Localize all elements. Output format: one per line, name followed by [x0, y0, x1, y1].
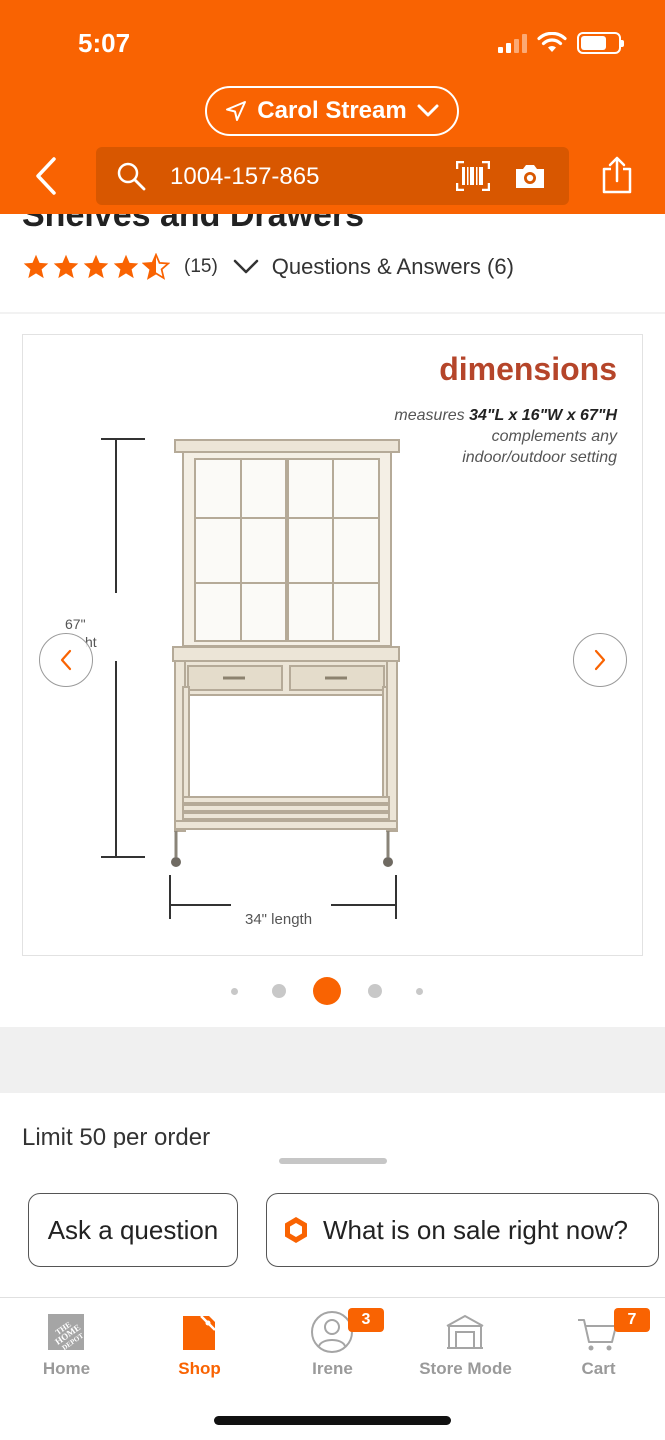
sale-question-button[interactable]: What is on sale right now?: [266, 1193, 659, 1267]
home-indicator[interactable]: [214, 1416, 451, 1425]
star-icon: [83, 254, 109, 279]
chevron-left-icon: [60, 649, 72, 671]
location-arrow-icon: [226, 101, 247, 121]
cart-badge: 7: [614, 1308, 650, 1332]
carousel-prev-button[interactable]: [39, 633, 93, 687]
tab-cart[interactable]: 7 Cart: [532, 1298, 665, 1388]
tab-cart-label: Cart: [581, 1359, 616, 1378]
order-limit-text: Limit 50 per order: [22, 1124, 211, 1148]
carousel-dot[interactable]: [231, 988, 238, 995]
dimensions-measures: measures 34"L x 16"W x 67"H: [394, 407, 617, 424]
sale-question-label: What is on sale right now?: [323, 1214, 628, 1245]
ask-question-label: Ask a question: [47, 1214, 219, 1245]
status-icons: [498, 32, 624, 54]
account-badge: 3: [348, 1308, 384, 1332]
search-input[interactable]: 1004-157-865: [170, 163, 319, 191]
star-icon: [23, 254, 49, 279]
section-separator: [0, 1027, 665, 1093]
tab-store-mode[interactable]: Store Mode: [399, 1298, 532, 1388]
star-icon: [53, 254, 79, 279]
bottom-tab-bar: THE HOME DEPOT Home Shop 3 Irene Store M…: [0, 1298, 665, 1408]
carousel-dot-active[interactable]: [313, 977, 341, 1005]
store-building-icon: [446, 1314, 484, 1349]
back-arrow-icon[interactable]: [30, 156, 64, 196]
store-selector-button[interactable]: Carol Stream: [205, 86, 459, 136]
search-icon: [117, 162, 146, 191]
chevron-down-icon: [233, 259, 259, 274]
product-title-clip: Shelves and Drawers: [0, 214, 665, 234]
tab-home-label: Home: [42, 1359, 91, 1378]
store-name: Carol Stream: [257, 97, 407, 124]
carousel-next-button[interactable]: [573, 633, 627, 687]
rating-row[interactable]: (15) Questions & Answers (6): [22, 251, 514, 283]
length-dimension-label: 34" length: [245, 911, 313, 928]
chevron-down-icon: [417, 104, 439, 117]
star-rating: [22, 253, 170, 281]
questions-answers-link[interactable]: Questions & Answers (6): [272, 254, 514, 280]
order-limit-clip: Limit 50 per order: [0, 1120, 665, 1148]
half-star-icon: [142, 253, 170, 280]
tab-store-mode-label: Store Mode: [419, 1359, 512, 1378]
carousel-pagination: [0, 976, 665, 1006]
divider: [0, 312, 665, 314]
status-time: 5:07: [78, 28, 131, 58]
battery-icon: [577, 32, 624, 54]
barcode-scan-icon[interactable]: [456, 161, 490, 191]
carousel-dot[interactable]: [272, 984, 286, 998]
wifi-icon: [537, 32, 567, 52]
tab-shop-label: Shop: [178, 1359, 221, 1378]
review-count[interactable]: (15): [184, 256, 218, 278]
tab-home[interactable]: THE HOME DEPOT Home: [0, 1298, 133, 1388]
share-icon[interactable]: [600, 155, 634, 195]
hexagon-assistant-icon: [285, 1217, 307, 1243]
ask-question-button[interactable]: Ask a question: [28, 1193, 238, 1267]
carousel-dot[interactable]: [368, 984, 382, 998]
dimensions-note-line1: complements any: [491, 428, 617, 445]
tab-account-label: Irene: [312, 1359, 353, 1378]
dimensions-heading: dimensions: [439, 351, 617, 387]
chevron-right-icon: [594, 649, 606, 671]
product-title: Shelves and Drawers: [22, 214, 365, 234]
cellular-signal-icon: [498, 33, 527, 53]
search-bar[interactable]: 1004-157-865: [96, 147, 569, 205]
carousel-dot[interactable]: [416, 988, 423, 995]
dimensions-note-line2: indoor/outdoor setting: [462, 449, 617, 466]
app-header: 5:07 Carol Stream 1004-157-865: [0, 0, 665, 214]
drag-handle[interactable]: [279, 1158, 387, 1164]
camera-icon[interactable]: [514, 161, 546, 191]
shop-tag-icon: [183, 1315, 216, 1350]
star-icon: [113, 254, 139, 279]
product-image-carousel[interactable]: dimensions measures 34"L x 16"W x 67"H c…: [22, 334, 643, 956]
home-depot-logo-icon: THE HOME DEPOT: [48, 1314, 85, 1352]
tab-shop[interactable]: Shop: [133, 1298, 266, 1388]
tab-account[interactable]: 3 Irene: [266, 1298, 399, 1388]
